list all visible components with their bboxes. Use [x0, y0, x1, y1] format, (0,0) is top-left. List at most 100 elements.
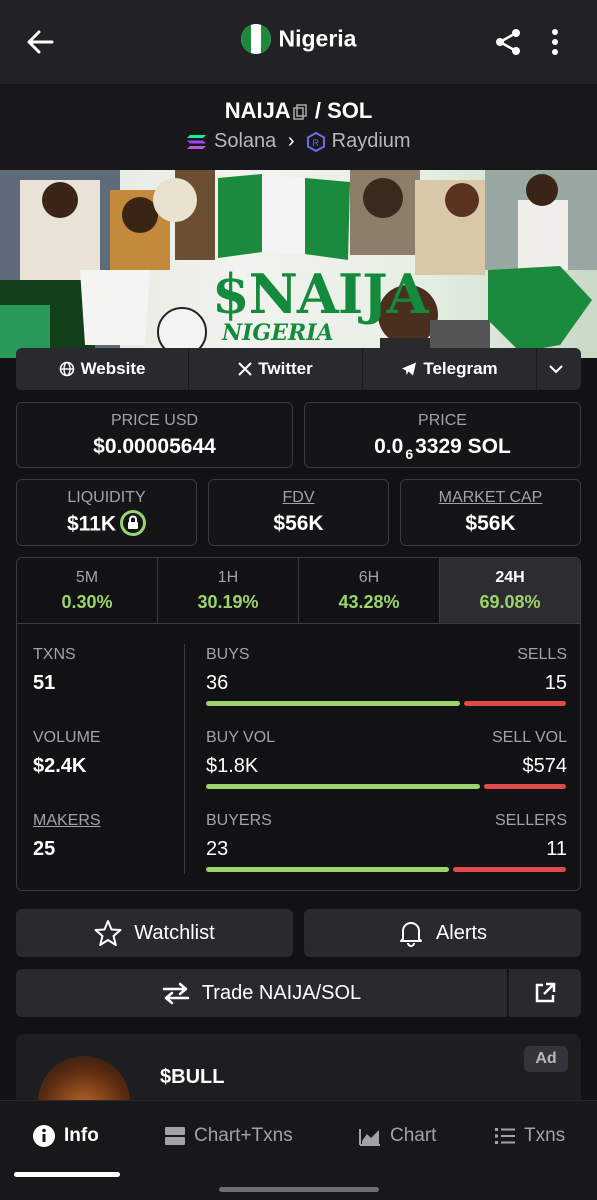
liquidity-value-row: $11K [17, 510, 196, 538]
buy-vol-bar [206, 784, 480, 789]
buys-value: 36 [206, 672, 229, 694]
tab-6h[interactable]: 6H 43.28% [299, 558, 440, 623]
telegram-link[interactable]: Telegram [363, 348, 537, 390]
buy-vol-value: $1.8K [206, 755, 259, 777]
chart-icon [359, 1129, 380, 1146]
txns-label: TXNS [33, 646, 76, 663]
chevron-down-icon [549, 365, 563, 374]
more-links-button[interactable] [537, 348, 581, 390]
twitter-link[interactable]: Twitter [189, 348, 363, 390]
raydium-icon: R [307, 131, 326, 152]
price-usd-value: $0.00005644 [93, 435, 216, 458]
price-native-prefix: 0.0 [374, 435, 404, 458]
telegram-label: Telegram [423, 359, 498, 378]
liquidity-value: $11K [66, 512, 117, 536]
ad-token-name: $BULL [160, 1066, 225, 1088]
top-app-bar: Nigeria [0, 0, 597, 84]
price-native-digits: 3329 SOL [415, 435, 511, 458]
website-link[interactable]: Website [16, 348, 189, 390]
copy-icon[interactable] [292, 104, 307, 120]
timeframe-change: 69.08% [479, 592, 541, 612]
star-icon [94, 920, 122, 946]
list-icon [495, 1128, 515, 1144]
sells-value: 15 [544, 672, 567, 694]
makers-label[interactable]: MAKERS [33, 812, 101, 830]
watchlist-label: Watchlist [134, 921, 215, 944]
fdv-card: FDV $56K [208, 479, 389, 546]
buyers-bar [206, 867, 449, 872]
stats-panel: 5M 0.30% 1H 30.19% 6H 43.28% 24H 69.08% … [16, 557, 581, 891]
more-vert-icon[interactable] [543, 26, 567, 58]
tab-24h[interactable]: 24H 69.08% [440, 558, 580, 623]
tab-5m[interactable]: 5M 0.30% [17, 558, 158, 623]
social-links-bar: Website Twitter Telegram [16, 348, 581, 390]
sellers-label: SELLERS [494, 812, 567, 829]
pair-separator: / [314, 98, 321, 123]
sell-vol-label: SELL VOL [491, 729, 567, 746]
alerts-label: Alerts [435, 921, 488, 944]
timeframe-label: 6H [358, 569, 380, 586]
sellers-value: 11 [546, 838, 567, 860]
buys-bar [206, 701, 460, 706]
token-banner-image: $NAIJA NIGERIA [0, 170, 597, 358]
timeframe-label: 5M [75, 569, 99, 586]
pair-quote: SOL [327, 98, 373, 123]
market-cap-label[interactable]: MARKET CAP [401, 489, 580, 507]
txns-stat: TXNS 51 [33, 646, 76, 695]
makers-value: 25 [33, 838, 56, 860]
market-cap-value: $56K [465, 512, 516, 535]
tab-info[interactable]: Info [32, 1123, 99, 1149]
buys-label: BUYS [206, 646, 250, 663]
watchlist-button[interactable]: Watchlist [16, 909, 293, 957]
bell-icon [399, 922, 422, 947]
fdv-value: $56K [273, 512, 324, 535]
share-icon[interactable] [492, 26, 524, 58]
tab-chart-txns-label: Chart+Txns [194, 1125, 293, 1146]
tab-chart-label: Chart [390, 1125, 437, 1146]
tab-chart[interactable]: Chart [358, 1123, 436, 1149]
fdv-label[interactable]: FDV [209, 489, 388, 507]
tab-txns[interactable]: Txns [494, 1123, 565, 1149]
globe-icon [59, 361, 74, 377]
buy-vol-label: BUY VOL [206, 729, 276, 746]
swap-arrows-icon [162, 982, 190, 1005]
pair-base: NAIJA [224, 98, 291, 123]
alerts-button[interactable]: Alerts [304, 909, 581, 957]
svg-text:R: R [313, 138, 320, 148]
timeframe-change: 30.19% [197, 592, 259, 612]
open-external-button[interactable] [508, 969, 581, 1017]
price-native-zeros: 6 [405, 446, 414, 462]
sells-label: SELLS [517, 646, 567, 663]
pair-header: NAIJA / SOL Solana › R Raydium [0, 84, 597, 170]
volume-label: VOLUME [33, 729, 101, 746]
timeframe-label: 24H [495, 569, 525, 586]
page-title-text: Nigeria [278, 25, 357, 52]
price-usd-label: PRICE USD [110, 412, 199, 429]
market-cap-card: MARKET CAP $56K [400, 479, 581, 546]
liquidity-label: LIQUIDITY [67, 489, 146, 506]
lock-icon[interactable] [120, 510, 147, 536]
tab-txns-label: Txns [524, 1125, 566, 1146]
price-usd-card: PRICE USD $0.00005644 [16, 402, 293, 468]
timeframe-tabs: 5M 0.30% 1H 30.19% 6H 43.28% 24H 69.08% [17, 558, 580, 624]
home-gesture-bar[interactable] [219, 1187, 379, 1192]
nigeria-flag-icon [240, 24, 271, 54]
price-native-value: 0.0 63329 SOL [305, 435, 580, 462]
chain-name[interactable]: Solana [214, 130, 276, 152]
dex-name[interactable]: Raydium [332, 130, 411, 152]
bottom-tab-bar: Info Chart+Txns Chart Txns [0, 1100, 597, 1200]
stats-divider [184, 644, 185, 874]
tab-chart-txns[interactable]: Chart+Txns [164, 1123, 293, 1149]
trade-button[interactable]: Trade NAIJA/SOL [16, 969, 507, 1017]
tab-1h[interactable]: 1H 30.19% [158, 558, 299, 623]
website-label: Website [80, 359, 146, 378]
price-native-card: PRICE 0.0 63329 SOL [304, 402, 581, 468]
ad-badge: Ad [524, 1046, 568, 1072]
sells-bar [464, 701, 566, 706]
active-tab-indicator [14, 1172, 120, 1177]
banner-headline: $NAIJA [212, 262, 429, 326]
price-native-label: PRICE [418, 412, 467, 429]
chart-txns-icon [165, 1127, 185, 1145]
volume-value: $2.4K [33, 755, 87, 777]
buyers-label: BUYERS [206, 812, 272, 829]
